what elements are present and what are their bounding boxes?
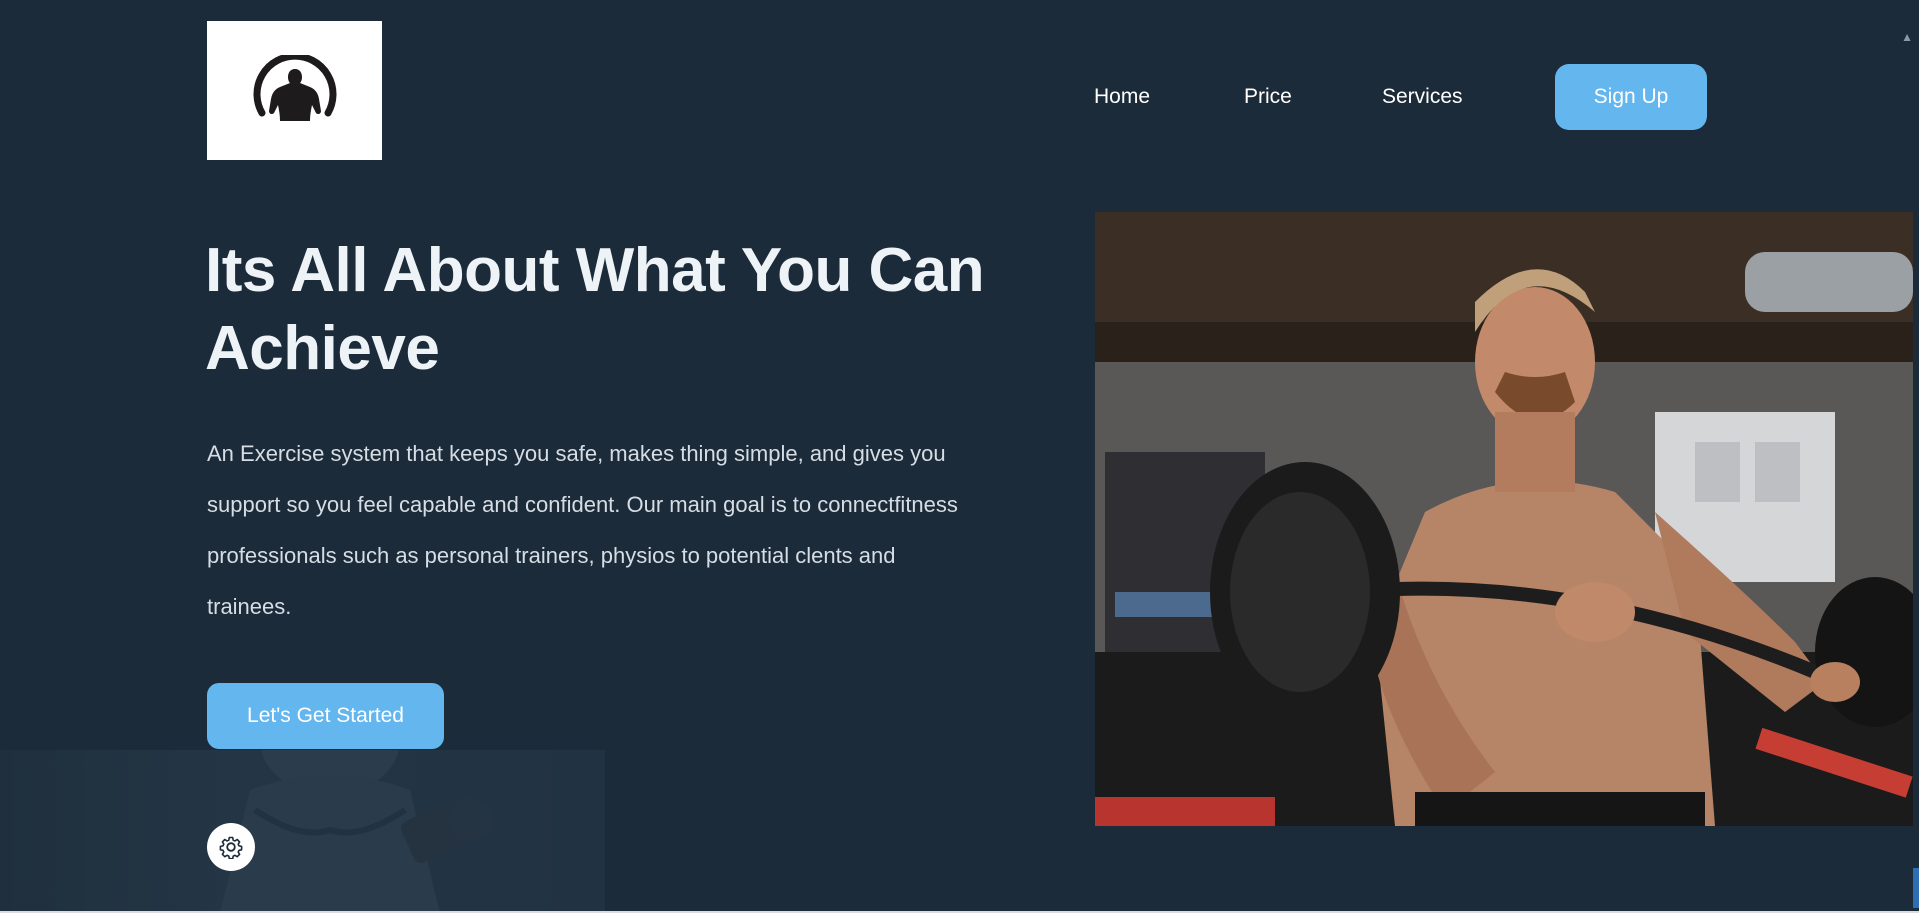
bodybuilder-logo-icon bbox=[253, 54, 336, 121]
nav-home-link[interactable]: Home bbox=[1094, 85, 1150, 109]
nav-services-link[interactable]: Services bbox=[1382, 85, 1463, 109]
site-logo[interactable] bbox=[207, 21, 382, 160]
scroll-up-arrow[interactable]: ▲ bbox=[1901, 30, 1913, 44]
scroll-thumb[interactable] bbox=[1913, 868, 1919, 908]
hero-description: An Exercise system that keeps you safe, … bbox=[207, 441, 958, 619]
background-faded-image bbox=[0, 750, 605, 911]
landing-page: Home Price Services Sign Up Its All Abou… bbox=[0, 0, 1913, 911]
hero-photo bbox=[1095, 212, 1913, 826]
hero-headline: Its All About What You Can Achieve bbox=[205, 236, 985, 383]
gear-icon bbox=[219, 836, 243, 859]
settings-button[interactable] bbox=[207, 823, 255, 871]
nav-price-link[interactable]: Price bbox=[1244, 85, 1292, 109]
get-started-button[interactable]: Let's Get Started bbox=[207, 683, 444, 749]
scrollbar[interactable] bbox=[1913, 0, 1919, 913]
sign-up-button[interactable]: Sign Up bbox=[1555, 64, 1707, 130]
